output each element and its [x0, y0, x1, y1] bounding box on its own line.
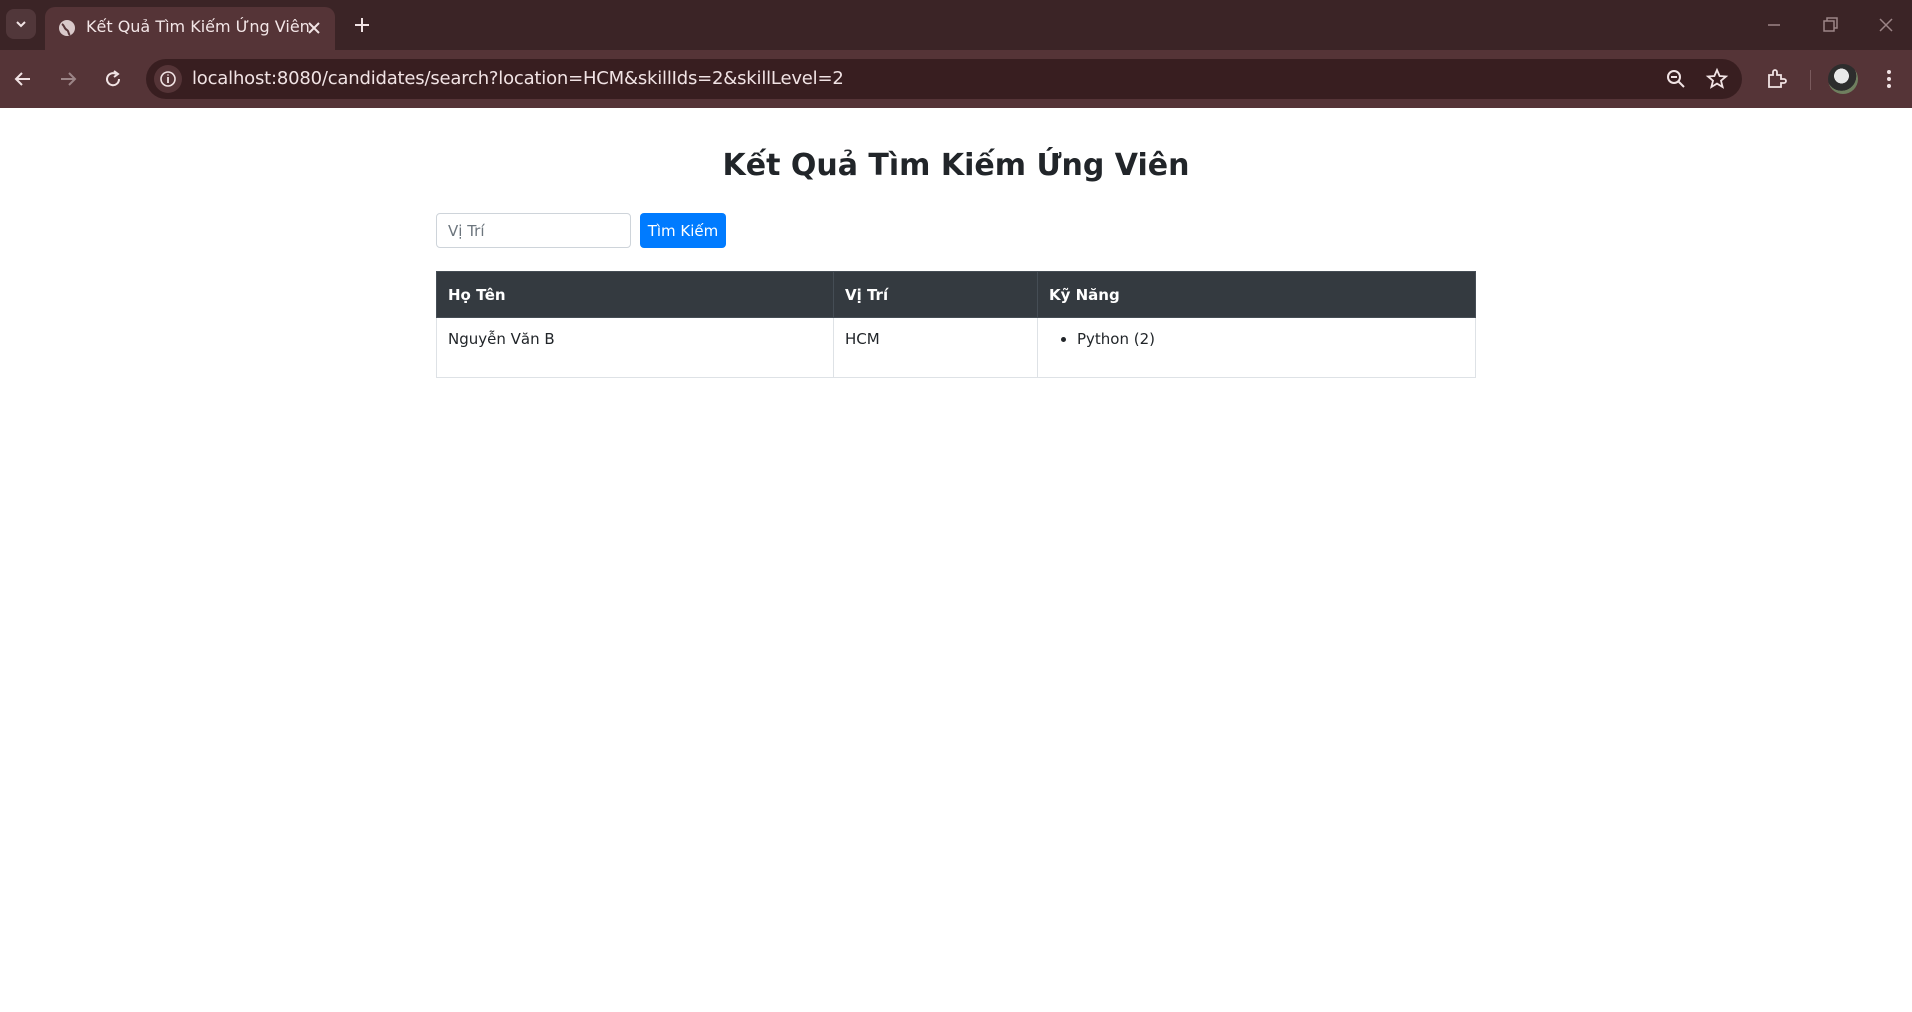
tab-title: Kết Quả Tìm Kiếm Ứng Viên [86, 17, 310, 36]
table-header-row: Họ Tên Vị Trí Kỹ Năng [436, 271, 1476, 318]
skill-item: Python (2) [1077, 330, 1464, 348]
table-row: Nguyễn Văn B HCM Python (2) [436, 317, 1476, 378]
page-title: Kết Quả Tìm Kiếm Ứng Viên [722, 148, 1190, 183]
active-tab[interactable]: Kết Quả Tìm Kiếm Ứng Viên [45, 7, 335, 50]
browser-toolbar: localhost:8080/candidates/search?locatio… [0, 50, 1912, 108]
location-search-input[interactable] [436, 213, 631, 248]
star-icon[interactable] [1705, 67, 1729, 91]
back-icon[interactable] [10, 66, 36, 92]
skills-list: Python (2) [1049, 330, 1464, 348]
plus-icon[interactable] [350, 13, 374, 37]
column-header-name: Họ Tên [436, 271, 834, 318]
address-bar[interactable]: localhost:8080/candidates/search?locatio… [146, 59, 1742, 99]
extensions-icon[interactable] [1764, 66, 1790, 92]
candidate-location: HCM [833, 317, 1038, 378]
globe-icon [59, 20, 75, 36]
search-button[interactable]: Tìm Kiếm [640, 213, 726, 248]
candidates-table: Họ Tên Vị Trí Kỹ Năng Nguyễn Văn B HCM P… [436, 271, 1476, 378]
candidate-skills: Python (2) [1037, 317, 1476, 378]
reload-icon[interactable] [100, 66, 126, 92]
window-close-icon[interactable] [1874, 13, 1898, 37]
toolbar-divider [1810, 70, 1811, 90]
tab-list-icon[interactable] [6, 9, 36, 39]
forward-icon[interactable] [55, 66, 81, 92]
menu-icon[interactable] [1876, 66, 1902, 92]
close-icon[interactable] [304, 18, 324, 38]
tab-strip: Kết Quả Tìm Kiếm Ứng Viên [0, 0, 1912, 50]
site-info-icon[interactable] [154, 65, 182, 93]
column-header-location: Vị Trí [833, 271, 1038, 318]
profile-avatar[interactable] [1828, 64, 1858, 94]
zoom-icon[interactable] [1664, 67, 1688, 91]
column-header-skills: Kỹ Năng [1037, 271, 1476, 318]
candidate-name: Nguyễn Văn B [436, 317, 834, 378]
restore-icon[interactable] [1818, 13, 1842, 37]
minimize-icon[interactable] [1762, 13, 1786, 37]
url-text[interactable]: localhost:8080/candidates/search?locatio… [192, 68, 844, 89]
